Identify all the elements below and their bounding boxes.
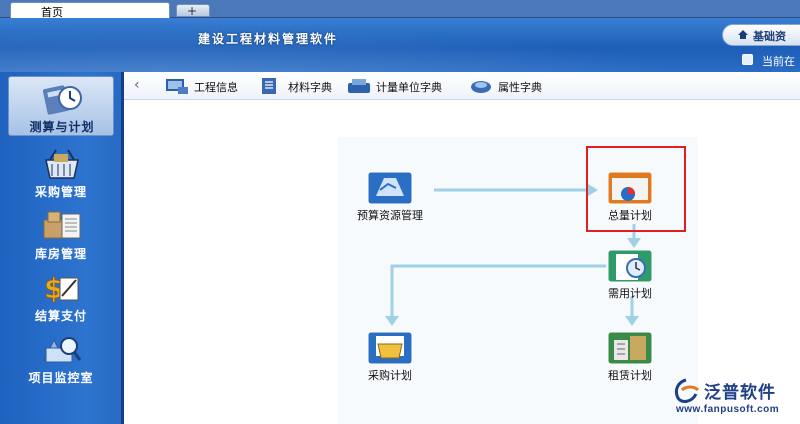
flow-node-label: 预算资源管理 bbox=[357, 209, 423, 222]
highlight-box bbox=[586, 146, 686, 232]
sidebar-item-label: 采购管理 bbox=[34, 185, 87, 199]
clock-document-icon bbox=[607, 249, 653, 283]
sidebar-item-purchase[interactable]: 采购管理 bbox=[8, 142, 114, 202]
warehouse-boxes-icon bbox=[43, 211, 81, 239]
app-header: 建设工程材料管理软件 基础资 当前在 bbox=[0, 18, 800, 72]
location-icon bbox=[742, 54, 753, 65]
sidebar-item-label: 测算与计划 bbox=[29, 120, 95, 134]
sidebar: 测算与计划 采购管理 库房管理 $ 结算支付 项目监控室 bbox=[0, 72, 124, 424]
unit-dictionary-icon bbox=[348, 79, 370, 93]
toolbar-item-label: 属性字典 bbox=[498, 81, 542, 94]
shopping-basket-icon bbox=[45, 149, 79, 179]
plus-icon: + bbox=[187, 4, 198, 18]
fanpu-logo-icon bbox=[674, 378, 700, 403]
flow-node-purchase-plan[interactable]: 采购计划 bbox=[350, 330, 430, 386]
cart-document-icon bbox=[367, 331, 413, 365]
sidebar-item-label: 项目监控室 bbox=[28, 371, 94, 385]
calculator-clock-icon bbox=[43, 85, 82, 115]
tab-bar: 首页 + bbox=[0, 0, 800, 19]
sidebar-item-warehouse[interactable]: 库房管理 bbox=[8, 204, 114, 264]
sidebar-item-estimate-plan[interactable]: 测算与计划 bbox=[8, 76, 114, 136]
flow-node-label: 租赁计划 bbox=[608, 369, 652, 382]
sidebar-item-label: 库房管理 bbox=[34, 247, 87, 261]
toolbar: ‹ 工程信息 材料字典 计量单位字典 属性字典 bbox=[124, 72, 800, 100]
app-title: 建设工程材料管理软件 bbox=[198, 32, 339, 46]
toolbar-item-label: 工程信息 bbox=[194, 81, 238, 94]
project-info-icon bbox=[166, 79, 188, 94]
dollar-settlement-icon: $ bbox=[44, 272, 79, 304]
tab-home[interactable]: 首页 bbox=[10, 2, 170, 19]
toolbar-material-dictionary[interactable]: 材料字典 bbox=[258, 76, 344, 96]
toolbar-project-info[interactable]: 工程信息 bbox=[164, 76, 254, 96]
monitor-magnifier-icon bbox=[43, 337, 82, 363]
toolbar-item-label: 计量单位字典 bbox=[376, 81, 442, 94]
toolbar-unit-dictionary[interactable]: 计量单位字典 bbox=[346, 76, 466, 96]
flow-node-label: 需用计划 bbox=[608, 287, 652, 300]
basic-data-button[interactable]: 基础资 bbox=[722, 24, 800, 46]
material-dictionary-icon bbox=[262, 78, 276, 94]
current-location-label: 当前在 bbox=[762, 55, 795, 68]
flow-node-budget[interactable]: 预算资源管理 bbox=[350, 170, 430, 226]
basic-data-label: 基础资 bbox=[753, 30, 786, 43]
building-document-icon bbox=[607, 331, 653, 365]
header-decoration bbox=[0, 18, 800, 72]
brand-name: 泛普软件 bbox=[704, 383, 776, 403]
sidebar-item-monitor-room[interactable]: 项目监控室 bbox=[8, 328, 114, 388]
sidebar-item-settlement[interactable]: $ 结算支付 bbox=[8, 266, 114, 326]
attribute-dictionary-icon bbox=[471, 81, 491, 93]
folder-document-icon bbox=[367, 171, 413, 205]
back-arrow-icon[interactable]: ‹ bbox=[134, 78, 146, 92]
brand-url: www.fanpusoft.com bbox=[676, 404, 780, 415]
add-tab-button[interactable]: + bbox=[176, 4, 210, 18]
sidebar-item-label: 结算支付 bbox=[34, 309, 87, 323]
toolbar-attribute-dictionary[interactable]: 属性字典 bbox=[468, 76, 558, 96]
flow-node-lease-plan[interactable]: 租赁计划 bbox=[590, 330, 670, 386]
brand-logo: 泛普软件 www.fanpusoft.com bbox=[670, 376, 800, 424]
flow-node-demand-plan[interactable]: 需用计划 bbox=[590, 248, 670, 304]
toolbar-item-label: 材料字典 bbox=[288, 81, 332, 94]
flow-node-label: 采购计划 bbox=[368, 369, 412, 382]
current-location: 当前在 bbox=[742, 53, 800, 68]
home-icon bbox=[738, 30, 748, 39]
